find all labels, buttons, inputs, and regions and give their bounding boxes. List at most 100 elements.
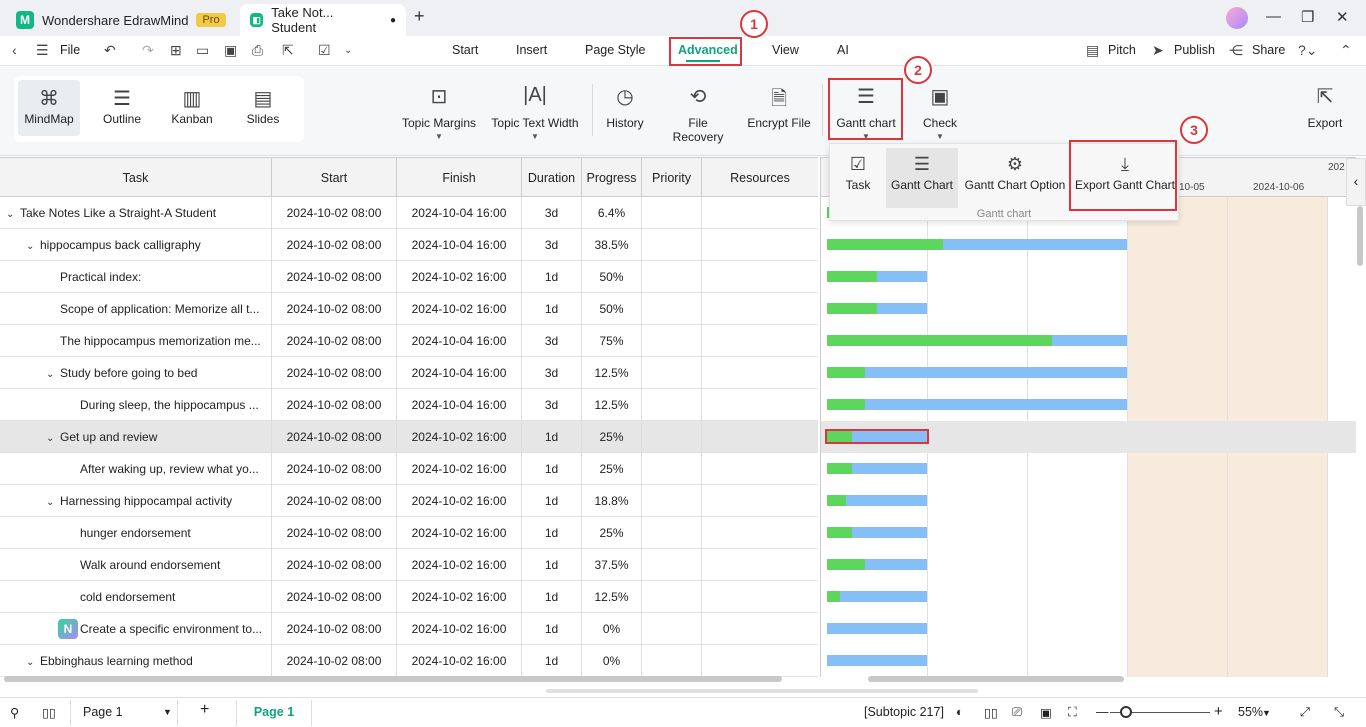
finish-cell[interactable]: 2024-10-02 16:00 — [397, 645, 522, 677]
gantt-bar[interactable] — [827, 239, 1127, 250]
task-cell[interactable]: ⌄ Get up and review — [0, 421, 272, 453]
vertical-scrollbar[interactable] — [1357, 206, 1363, 266]
finish-cell[interactable]: 2024-10-04 16:00 — [397, 389, 522, 421]
duration-cell[interactable]: 3d — [522, 357, 582, 389]
tab-page-style[interactable]: Page Style — [585, 43, 645, 57]
checkbox-icon[interactable]: ☑ — [318, 42, 331, 59]
column-header-task[interactable]: Task — [0, 158, 272, 198]
table-row[interactable]: The hippocampus memorization me... 2024-1… — [0, 325, 818, 357]
avatar[interactable] — [1226, 7, 1248, 29]
gantt-bar[interactable] — [827, 623, 927, 634]
page-settings-icon[interactable]: ⚲ — [10, 705, 19, 720]
redo-icon[interactable]: ↷ — [142, 42, 154, 59]
start-cell[interactable]: 2024-10-02 08:00 — [272, 261, 397, 293]
page-select[interactable]: Page 1 ▼ — [70, 700, 178, 726]
fit-screen-icon[interactable]: ⤢ — [1300, 705, 1310, 720]
finish-cell[interactable]: 2024-10-02 16:00 — [397, 261, 522, 293]
start-cell[interactable]: 2024-10-02 08:00 — [272, 421, 397, 453]
tab-view[interactable]: View — [772, 43, 799, 57]
priority-cell[interactable] — [642, 549, 702, 581]
chevron-down-icon[interactable]: ⌄ — [26, 231, 40, 261]
priority-cell[interactable] — [642, 357, 702, 389]
chevron-down-icon[interactable]: ⌄ — [26, 647, 40, 677]
progress-cell[interactable]: 12.5% — [582, 357, 642, 389]
table-row[interactable]: Practical index: 2024-10-02 08:00 2024-10-… — [0, 261, 818, 293]
duration-cell[interactable]: 1d — [522, 485, 582, 517]
finish-cell[interactable]: 2024-10-04 16:00 — [397, 325, 522, 357]
gantt-bar[interactable] — [827, 271, 927, 282]
progress-cell[interactable]: 75% — [582, 325, 642, 357]
priority-cell[interactable] — [642, 581, 702, 613]
gantt-bar[interactable] — [827, 591, 927, 602]
new-icon[interactable]: ⊞ — [170, 42, 182, 59]
start-cell[interactable]: 2024-10-02 08:00 — [272, 325, 397, 357]
unsaved-dot-icon[interactable]: ● — [390, 15, 396, 26]
share-export-icon[interactable]: ⇱ — [282, 42, 294, 59]
export-button[interactable]: ⇱ Export — [1302, 84, 1348, 130]
resources-cell[interactable] — [702, 485, 818, 517]
view-slides-button[interactable]: ▤ Slides — [232, 80, 294, 136]
priority-cell[interactable] — [642, 389, 702, 421]
start-cell[interactable]: 2024-10-02 08:00 — [272, 357, 397, 389]
priority-cell[interactable] — [642, 517, 702, 549]
progress-cell[interactable]: 50% — [582, 261, 642, 293]
page-panel-icon[interactable]: ▯▯ — [42, 705, 56, 720]
column-header-priority[interactable]: Priority — [642, 158, 702, 198]
resources-cell[interactable] — [702, 549, 818, 581]
resources-cell[interactable] — [702, 421, 818, 453]
finish-cell[interactable]: 2024-10-04 16:00 — [397, 229, 522, 261]
view-outline-button[interactable]: ☰ Outline — [91, 80, 153, 136]
progress-cell[interactable]: 6.4% — [582, 197, 642, 229]
zoom-slider-handle[interactable] — [1120, 706, 1132, 718]
gantt-bar[interactable] — [825, 429, 929, 444]
progress-cell[interactable]: 25% — [582, 517, 642, 549]
table-row[interactable]: ⌄ Get up and review 2024-10-02 08:00 2024-1… — [0, 421, 818, 453]
gantt-bar[interactable] — [827, 527, 927, 538]
resources-cell[interactable] — [702, 293, 818, 325]
priority-cell[interactable] — [642, 645, 702, 677]
finish-cell[interactable]: 2024-10-04 16:00 — [397, 197, 522, 229]
column-header-start[interactable]: Start — [272, 158, 397, 198]
progress-cell[interactable]: 0% — [582, 645, 642, 677]
table-row[interactable]: ⌄ Take Notes Like a Straight-A Student 202… — [0, 197, 818, 229]
duration-cell[interactable]: 1d — [522, 261, 582, 293]
encrypt-file-button[interactable]: 🗎 Encrypt File — [746, 84, 812, 130]
start-cell[interactable]: 2024-10-02 08:00 — [272, 229, 397, 261]
duration-cell[interactable]: 3d — [522, 229, 582, 261]
resources-cell[interactable] — [702, 229, 818, 261]
task-cell[interactable]: ⌄ Ebbinghaus learning method — [0, 645, 272, 677]
zoom-level[interactable]: 55% — [1238, 705, 1263, 719]
gantt-bar[interactable] — [827, 367, 1127, 378]
view-kanban-button[interactable]: ▥ Kanban — [161, 80, 223, 136]
resources-cell[interactable] — [702, 581, 818, 613]
task-cell[interactable]: After waking up, review what yo... — [0, 453, 272, 485]
check-button[interactable]: ▣ Check ▼ — [916, 84, 964, 141]
resources-cell[interactable] — [702, 197, 818, 229]
open-folder-icon[interactable]: ▭ — [196, 42, 209, 59]
duration-cell[interactable]: 3d — [522, 389, 582, 421]
table-row[interactable]: Scope of application: Memorize all t... 2… — [0, 293, 818, 325]
start-cell[interactable]: 2024-10-02 08:00 — [272, 453, 397, 485]
history-button[interactable]: ◷ History — [604, 84, 646, 130]
document-tab[interactable]: ◧ Take Not... Student ● — [240, 4, 406, 36]
resources-cell[interactable] — [702, 645, 818, 677]
resources-cell[interactable] — [702, 613, 818, 645]
gantt-bar[interactable] — [827, 399, 1127, 410]
help-icon[interactable]: ?⌄ — [1298, 42, 1318, 59]
topic-text-width-button[interactable]: |A| Topic Text Width ▼ — [490, 84, 580, 141]
task-cell[interactable]: ⌄ Take Notes Like a Straight-A Student — [0, 197, 272, 229]
start-cell[interactable]: 2024-10-02 08:00 — [272, 389, 397, 421]
undo-icon[interactable]: ↶ — [104, 42, 116, 59]
table-row[interactable]: After waking up, review what yo... 2024-1… — [0, 453, 818, 485]
gantt-bar[interactable] — [827, 655, 927, 666]
duration-cell[interactable]: 1d — [522, 453, 582, 485]
page-tab[interactable]: Page 1 — [236, 700, 312, 726]
priority-cell[interactable] — [642, 453, 702, 485]
start-cell[interactable]: 2024-10-02 08:00 — [272, 485, 397, 517]
finish-cell[interactable]: 2024-10-02 16:00 — [397, 581, 522, 613]
task-cell[interactable]: ⌄ Harnessing hippocampal activity — [0, 485, 272, 517]
task-cell[interactable]: Walk around endorsement — [0, 549, 272, 581]
task-cell[interactable]: Create a specific environment to... — [0, 613, 272, 645]
task-cell[interactable]: Practical index: — [0, 261, 272, 293]
duration-cell[interactable]: 3d — [522, 197, 582, 229]
